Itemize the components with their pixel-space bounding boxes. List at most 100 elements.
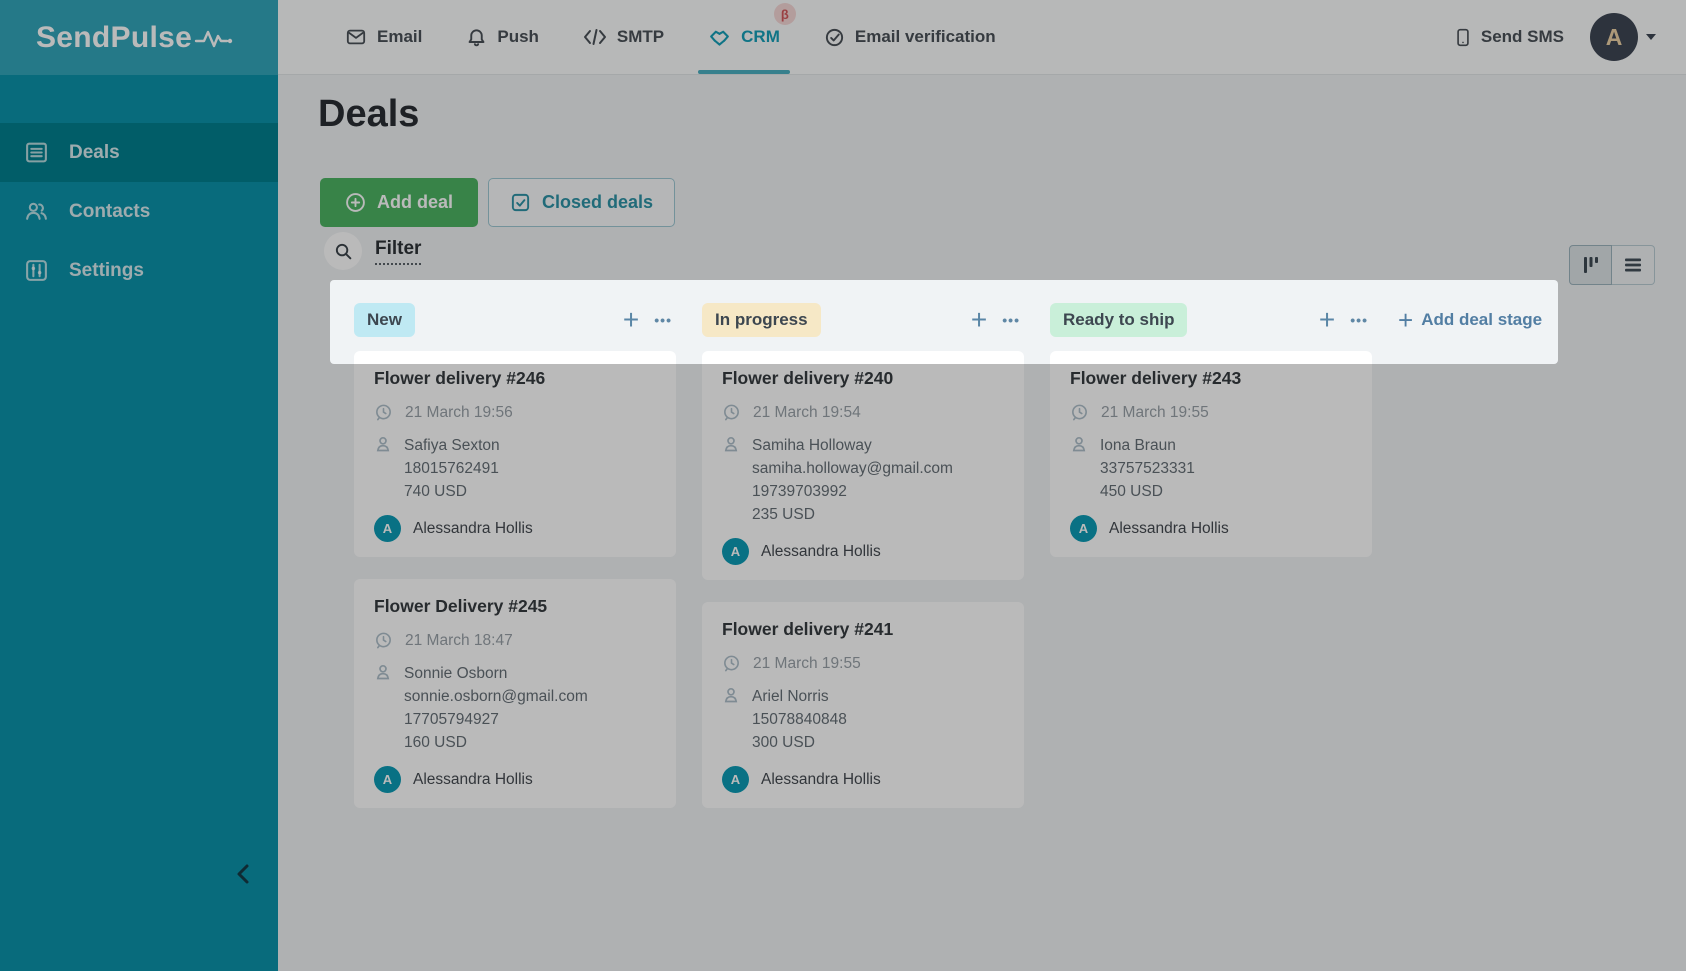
add-deal-button[interactable]: Add deal: [320, 178, 478, 227]
add-deal-to-stage-button[interactable]: [1319, 310, 1335, 330]
sidebar-item-settings-label: Settings: [69, 260, 144, 282]
deal-date: 21 March 19:54: [753, 402, 861, 422]
sidebar-item-deals[interactable]: Deals: [0, 123, 278, 182]
owner-avatar: A: [374, 515, 401, 542]
sidebar-collapse-button[interactable]: [236, 862, 250, 891]
deal-date: 21 March 19:55: [1101, 402, 1209, 422]
deal-amount: 160 USD: [404, 731, 588, 754]
owner-avatar: A: [722, 766, 749, 793]
deal-owner-row: A Alessandra Hollis: [374, 766, 656, 793]
contact-phone: 33757523331: [1100, 457, 1195, 480]
plus-circle-icon: [345, 192, 366, 213]
topbar-right-group: Send SMS A: [1454, 13, 1656, 61]
tab-crm-label: CRM: [741, 27, 780, 47]
user-avatar[interactable]: A: [1590, 13, 1638, 61]
page-title: Deals: [318, 93, 419, 136]
closed-deals-label: Closed deals: [542, 192, 653, 213]
owner-name: Alessandra Hollis: [413, 520, 533, 538]
settings-icon: [24, 258, 49, 283]
owner-name: Alessandra Hollis: [761, 543, 881, 561]
board-view-button[interactable]: [1569, 245, 1612, 285]
stage-actions: [1319, 310, 1372, 330]
sidebar: SendPulse Deals Contacts Settings: [0, 0, 278, 971]
add-deal-to-stage-button[interactable]: [623, 310, 639, 330]
deal-title: Flower Delivery #245: [374, 596, 656, 617]
list-view-button[interactable]: [1612, 245, 1655, 285]
person-icon: [722, 435, 740, 453]
deal-date-row: 21 March 19:55: [1070, 402, 1352, 422]
sendpulse-logo-text: SendPulse: [36, 21, 192, 55]
tab-push[interactable]: Push: [466, 0, 539, 74]
stage-column-ready-to-ship: Ready to ship Flower delivery #243 21 Ma…: [1050, 303, 1372, 579]
deal-title: Flower delivery #246: [374, 368, 656, 389]
tab-smtp-label: SMTP: [617, 27, 664, 47]
deal-date: 21 March 19:55: [753, 653, 861, 673]
deal-card[interactable]: Flower delivery #246 21 March 19:56 Safi…: [354, 351, 676, 557]
owner-avatar: A: [722, 538, 749, 565]
stage-badge: New: [354, 303, 415, 337]
person-icon: [374, 663, 392, 681]
person-icon: [374, 435, 392, 453]
filter-row: Filter: [324, 232, 421, 270]
view-toggle: [1569, 245, 1655, 285]
send-sms-button[interactable]: Send SMS: [1454, 26, 1564, 49]
send-sms-label: Send SMS: [1481, 27, 1564, 47]
deal-contact-info: Samiha Holloway samiha.holloway@gmail.co…: [752, 434, 953, 526]
deal-card[interactable]: Flower delivery #243 21 March 19:55 Iona…: [1050, 351, 1372, 557]
clock-icon: [374, 631, 393, 650]
stage-menu-button[interactable]: [1350, 312, 1368, 328]
deal-title: Flower delivery #240: [722, 368, 1004, 389]
deal-date: 21 March 18:47: [405, 630, 513, 650]
stage-menu-button[interactable]: [1002, 312, 1020, 328]
add-deal-stage-button[interactable]: Add deal stage: [1398, 303, 1542, 337]
deal-contact-info: Safiya Sexton 18015762491 740 USD: [404, 434, 500, 503]
stage-badge: Ready to ship: [1050, 303, 1187, 337]
deal-date-row: 21 March 19:56: [374, 402, 656, 422]
deal-title: Flower delivery #243: [1070, 368, 1352, 389]
add-deal-label: Add deal: [377, 192, 453, 213]
person-icon: [1070, 435, 1088, 453]
deal-date: 21 March 19:56: [405, 402, 513, 422]
filter-label[interactable]: Filter: [375, 238, 421, 265]
contact-name: Sonnie Osborn: [404, 662, 588, 685]
deal-contact-row: Sonnie Osborn sonnie.osborn@gmail.com 17…: [374, 662, 656, 754]
deal-amount: 235 USD: [752, 503, 953, 526]
add-deal-to-stage-button[interactable]: [971, 310, 987, 330]
sendpulse-logo[interactable]: SendPulse: [0, 0, 278, 75]
bell-icon: [466, 27, 487, 48]
deal-amount: 740 USD: [404, 480, 500, 503]
deal-contact-row: Safiya Sexton 18015762491 740 USD: [374, 434, 656, 503]
tab-email[interactable]: Email: [345, 0, 422, 74]
clock-icon: [722, 403, 741, 422]
tab-smtp[interactable]: SMTP: [583, 0, 664, 74]
main-content: Deals Add deal Closed deals Filter: [278, 75, 1686, 971]
actions-row: Add deal Closed deals: [320, 178, 675, 227]
stage-column-new: New Flower delivery #246 21 March 19:56: [354, 303, 676, 830]
contact-phone: 19739703992: [752, 480, 953, 503]
person-icon: [722, 686, 740, 704]
stage-header: Ready to ship: [1050, 303, 1372, 337]
deal-card[interactable]: Flower delivery #241 21 March 19:55 Arie…: [702, 602, 1024, 808]
contact-phone: 17705794927: [404, 708, 588, 731]
tab-crm[interactable]: CRM β: [708, 0, 780, 74]
list-view-icon: [1622, 254, 1644, 276]
sidebar-item-deals-label: Deals: [69, 142, 120, 164]
deal-date-row: 21 March 19:54: [722, 402, 1004, 422]
account-menu[interactable]: A: [1590, 13, 1656, 61]
closed-deals-button[interactable]: Closed deals: [488, 178, 675, 227]
crm-beta-badge: β: [774, 3, 796, 25]
deal-card[interactable]: Flower Delivery #245 21 March 18:47 Sonn…: [354, 579, 676, 808]
sidebar-item-contacts-label: Contacts: [69, 201, 150, 223]
contact-name: Ariel Norris: [752, 685, 847, 708]
stage-menu-button[interactable]: [654, 312, 672, 328]
search-icon: [334, 242, 353, 261]
sidebar-item-contacts[interactable]: Contacts: [0, 182, 278, 241]
stage-header: In progress: [702, 303, 1024, 337]
tab-email-verification[interactable]: Email verification: [824, 0, 996, 74]
sidebar-item-settings[interactable]: Settings: [0, 241, 278, 300]
tab-email-label: Email: [377, 27, 422, 47]
deal-owner-row: A Alessandra Hollis: [722, 766, 1004, 793]
deal-card[interactable]: Flower delivery #240 21 March 19:54 Sami…: [702, 351, 1024, 580]
sendpulse-crm-app: Email Push SMTP CRM β Email verification…: [0, 0, 1686, 971]
search-button[interactable]: [324, 232, 362, 270]
